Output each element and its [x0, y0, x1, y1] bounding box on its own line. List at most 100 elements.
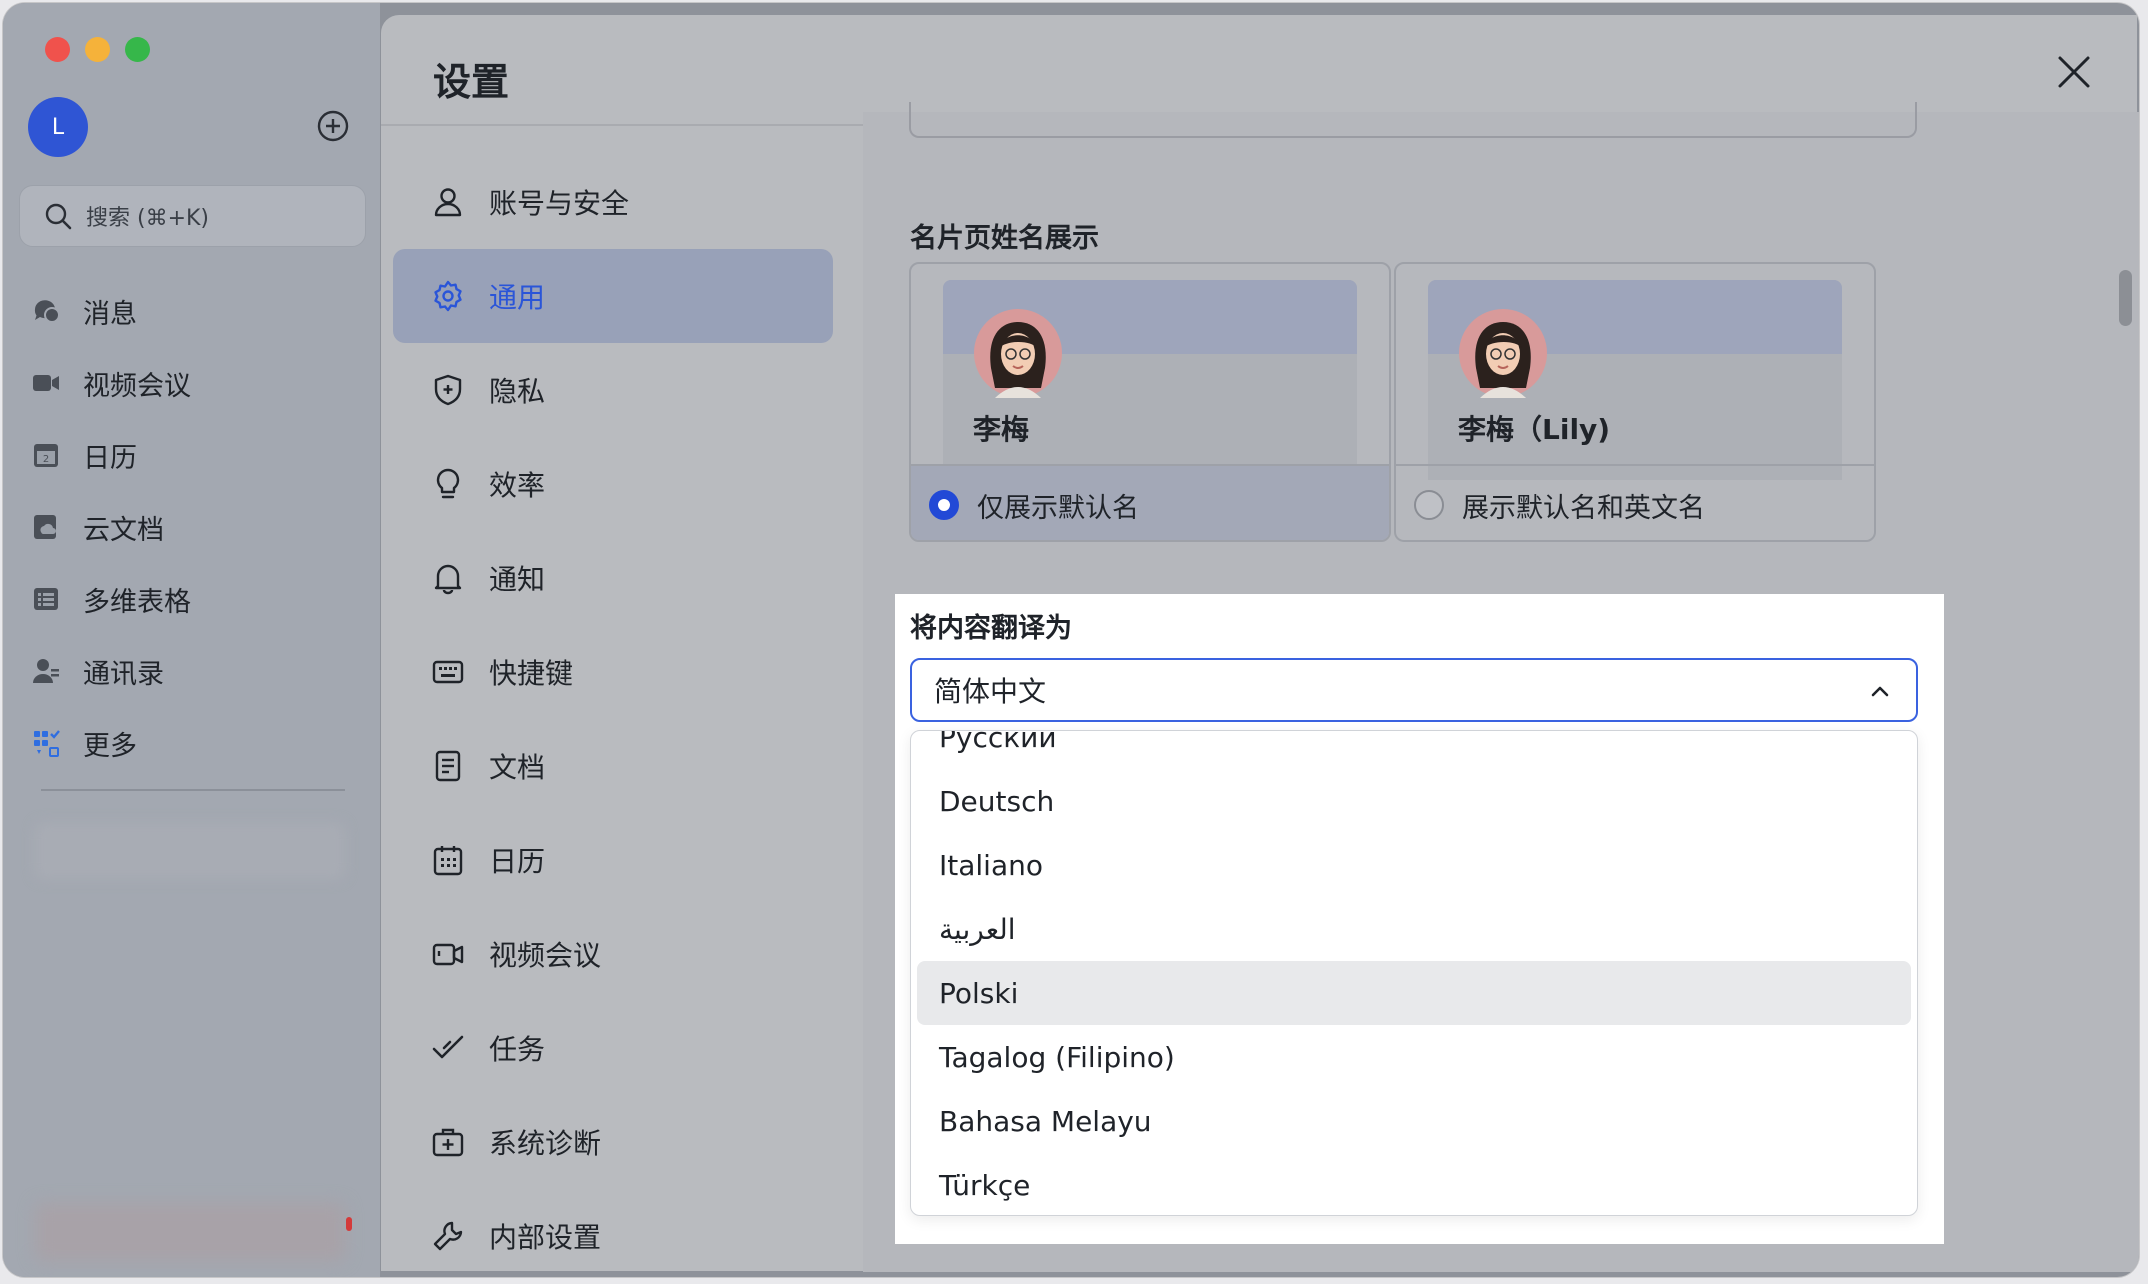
chevron-up-icon [1871, 686, 1889, 697]
notification-dot [346, 1217, 352, 1231]
medical-kit-icon [432, 1128, 464, 1157]
language-option[interactable]: Bahasa Melayu [917, 1089, 1911, 1153]
translate-title: 将内容翻译为 [910, 613, 1072, 644]
language-option[interactable]: Italiano [917, 833, 1911, 897]
sidebar-item-label: 视频会议 [83, 370, 191, 402]
sidebar-item-cloud-docs[interactable]: 云文档 [31, 491, 361, 563]
sidebar-item-more[interactable]: 更多 [31, 707, 361, 779]
menu-item-general[interactable]: 通用 [393, 249, 833, 343]
close-icon[interactable] [2055, 53, 2093, 91]
name-option-card-default[interactable]: 李梅 仅展示默认名 [909, 262, 1391, 542]
dialog-title: 设置 [433, 60, 510, 104]
menu-item-label: 通用 [489, 281, 546, 314]
card-display-name: 李梅（Lily) [1458, 413, 1611, 446]
radio-label: 展示默认名和英文名 [1462, 492, 1705, 524]
card-display-name: 李梅 [973, 413, 1030, 446]
window-close-button[interactable] [45, 37, 70, 62]
calendar-icon: 2 [34, 444, 58, 467]
avatar-initial: L [51, 114, 65, 140]
menu-item-label: 系统诊断 [489, 1127, 602, 1160]
blurred-item [35, 823, 345, 879]
profile-card-preview: 李梅 [943, 280, 1357, 480]
settings-content: 名片页姓名展示 李梅 仅展示默认名 李梅（Lily) 展示默认名和英文名 将内容… [863, 102, 2139, 1272]
menu-item-label: 日历 [489, 845, 546, 878]
menu-item-internal-settings[interactable]: 内部设置 [393, 1189, 833, 1271]
lightbulb-icon [436, 468, 460, 499]
chat-icon [34, 300, 60, 323]
sidebar-item-label: 多维表格 [83, 586, 191, 618]
partial-select-field[interactable] [909, 102, 1917, 138]
radio-selected[interactable] [929, 490, 959, 520]
more-apps-icon [34, 730, 60, 757]
radio-row-default-name[interactable]: 仅展示默认名 [911, 464, 1389, 540]
menu-item-label: 通知 [489, 563, 546, 596]
language-option-hovered[interactable]: Polski [917, 961, 1911, 1025]
avatar-photo [974, 309, 1062, 398]
sidebar-nav: 消息 视频会议 2 日历 云文档 多维表格 通讯录 更多 [31, 275, 361, 779]
menu-item-privacy[interactable]: 隐私 [393, 343, 833, 437]
sidebar-item-label: 更多 [83, 730, 137, 762]
name-option-card-with-english[interactable]: 李梅（Lily) 展示默认名和英文名 [1394, 262, 1876, 542]
menu-item-label: 效率 [489, 469, 546, 502]
sidebar-divider [41, 789, 345, 791]
menu-item-label: 快捷键 [489, 657, 574, 690]
radio-unselected[interactable] [1414, 490, 1444, 520]
video-camera-icon [432, 943, 464, 966]
menu-item-tasks[interactable]: 任务 [393, 1001, 833, 1095]
language-dropdown-list[interactable]: Русский Deutsch Italiano العربية Polski … [910, 730, 1918, 1216]
language-option[interactable]: Tagalog (Filipino) [917, 1025, 1911, 1089]
menu-item-label: 文档 [489, 751, 546, 784]
menu-item-video-meeting[interactable]: 视频会议 [393, 907, 833, 1001]
language-option[interactable]: Deutsch [917, 769, 1911, 833]
sidebar-search-box[interactable]: 搜索 (⌘+K) [19, 185, 366, 247]
radio-label: 仅展示默认名 [977, 492, 1139, 524]
keyboard-icon [432, 660, 464, 684]
window-zoom-button[interactable] [125, 37, 150, 62]
bell-icon [434, 564, 462, 595]
sidebar-item-label: 消息 [83, 298, 137, 330]
search-icon [45, 203, 72, 230]
menu-item-efficiency[interactable]: 效率 [393, 437, 833, 531]
blurred-item [35, 1203, 345, 1261]
sidebar-item-label: 云文档 [83, 514, 164, 546]
shield-icon [434, 374, 462, 406]
menu-item-diagnostics[interactable]: 系统诊断 [393, 1095, 833, 1189]
sidebar-item-video-meeting[interactable]: 视频会议 [31, 347, 361, 419]
translate-language-select[interactable]: 简体中文 [910, 658, 1918, 722]
sidebar-item-calendar[interactable]: 2 日历 [31, 419, 361, 491]
app-sidebar: L 搜索 (⌘+K) 消息 视频会议 2 日历 云文档 多维表格 通讯录 更多 [3, 3, 380, 1277]
user-avatar[interactable]: L [28, 97, 88, 157]
avatar-photo [1459, 309, 1547, 398]
window-minimize-button[interactable] [85, 37, 110, 62]
select-value: 简体中文 [934, 675, 1047, 708]
sidebar-item-base[interactable]: 多维表格 [31, 563, 361, 635]
radio-row-default-and-english[interactable]: 展示默认名和英文名 [1396, 464, 1874, 540]
sidebar-item-label: 通讯录 [83, 658, 164, 690]
menu-item-label: 账号与安全 [489, 187, 630, 220]
sidebar-search-placeholder: 搜索 (⌘+K) [86, 206, 210, 231]
task-check-icon [432, 1035, 464, 1059]
document-icon [435, 750, 461, 782]
sidebar-item-contacts[interactable]: 通讯录 [31, 635, 361, 707]
video-camera-icon [33, 375, 59, 391]
language-option[interactable]: Türkçe [917, 1153, 1911, 1215]
language-option[interactable]: Русский [917, 731, 1911, 769]
menu-item-notifications[interactable]: 通知 [393, 531, 833, 625]
wrench-icon [433, 1221, 463, 1251]
menu-item-label: 隐私 [489, 375, 546, 408]
menu-item-docs[interactable]: 文档 [393, 719, 833, 813]
sidebar-item-messages[interactable]: 消息 [31, 275, 361, 347]
settings-menu: 账号与安全 通用 隐私 效率 通知 快捷键 文档 日历 视频会议 任务 系统诊断… [393, 155, 833, 1271]
translate-section: 将内容翻译为 简体中文 Русский Deutsch Italiano الع… [895, 594, 1944, 1244]
content-scrollbar[interactable] [2119, 270, 2132, 326]
menu-item-calendar[interactable]: 日历 [393, 813, 833, 907]
contacts-icon [33, 659, 59, 683]
table-icon [34, 588, 58, 610]
add-circle-icon[interactable] [316, 109, 350, 143]
svg-text:2: 2 [43, 454, 49, 465]
menu-item-account-security[interactable]: 账号与安全 [393, 155, 833, 249]
name-display-title: 名片页姓名展示 [910, 223, 1099, 254]
language-option[interactable]: العربية [917, 897, 1911, 961]
menu-item-shortcuts[interactable]: 快捷键 [393, 625, 833, 719]
app-window: L 搜索 (⌘+K) 消息 视频会议 2 日历 云文档 多维表格 通讯录 更多 … [3, 3, 2139, 1277]
